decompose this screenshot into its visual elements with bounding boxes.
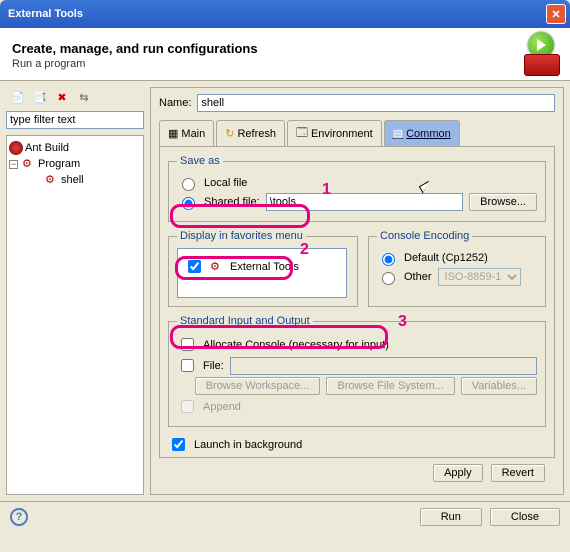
filter-icon[interactable]: ⇆ <box>76 89 92 105</box>
title-bar: External Tools ✕ <box>0 0 570 28</box>
name-label: Name: <box>159 97 191 109</box>
saveas-legend: Save as <box>177 155 223 167</box>
append-check <box>181 400 194 413</box>
tree-label: shell <box>61 174 84 186</box>
duplicate-icon[interactable]: 📑 <box>32 89 48 105</box>
favorites-group: Display in favorites menu ⚙ External Tool… <box>168 230 358 307</box>
run-toolbox-icon <box>504 34 560 76</box>
tab-common[interactable]: ▤Common <box>384 120 460 146</box>
help-icon[interactable]: ? <box>10 508 28 526</box>
allocate-console-label: Allocate Console (necessary for input) <box>203 339 389 351</box>
tree-shell[interactable]: ⚙ shell <box>9 172 141 188</box>
filter-input[interactable] <box>6 111 144 129</box>
tab-main[interactable]: ▦Main <box>159 120 214 146</box>
tab-bar: ▦Main ↻Refresh 🗔Environment ▤Common <box>159 120 555 147</box>
run-button[interactable]: Run <box>420 508 482 526</box>
shared-file-input[interactable] <box>266 193 463 211</box>
enc-other-radio[interactable] <box>382 272 395 285</box>
launch-bg-label: Launch in background <box>194 439 302 451</box>
shared-file-label: Shared file: <box>204 196 260 208</box>
collapse-icon[interactable]: − <box>9 160 18 169</box>
io-group: Standard Input and Output Allocate Conso… <box>168 315 546 427</box>
io-legend: Standard Input and Output <box>177 315 313 327</box>
local-file-radio[interactable] <box>182 178 195 191</box>
append-label: Append <box>203 401 241 413</box>
enc-other-select[interactable]: ISO-8859-1 <box>438 268 521 286</box>
encoding-group: Console Encoding Default (Cp1252) Other … <box>368 230 546 307</box>
local-file-label: Local file <box>204 177 247 189</box>
fav-external-tools-check[interactable] <box>188 260 201 273</box>
close-button[interactable]: Close <box>490 508 560 526</box>
variables-button: Variables... <box>461 377 537 395</box>
new-icon[interactable]: 📄 <box>10 89 26 105</box>
browse-filesystem-button: Browse File System... <box>326 377 454 395</box>
saveas-group: Save as Local file Shared file: Browse..… <box>168 155 546 222</box>
enc-default-radio[interactable] <box>382 253 395 266</box>
file-check[interactable] <box>181 359 194 372</box>
environment-icon: 🗔 <box>296 124 308 143</box>
tree-ant-build[interactable]: Ant Build <box>9 140 141 156</box>
file-input <box>230 357 537 375</box>
gear-icon: ⚙ <box>210 260 224 274</box>
close-icon[interactable]: ✕ <box>546 4 566 24</box>
left-toolbar: 📄 📑 ✖ ⇆ <box>6 87 144 111</box>
favorites-list[interactable]: ⚙ External Tools <box>177 248 347 298</box>
refresh-icon: ↻ <box>225 127 234 140</box>
favorites-legend: Display in favorites menu <box>177 230 306 242</box>
browse-workspace-button: Browse Workspace... <box>195 377 321 395</box>
file-label: File: <box>203 360 224 372</box>
config-tree[interactable]: Ant Build − ⚙ Program ⚙ shell <box>6 135 144 495</box>
header-title: Create, manage, and run configurations <box>12 41 504 56</box>
header-subtitle: Run a program <box>12 58 504 70</box>
ant-icon <box>9 141 23 155</box>
tree-label: Program <box>38 158 80 170</box>
name-input[interactable] <box>197 94 555 112</box>
enc-other-label: Other <box>404 271 432 283</box>
window-title: External Tools <box>8 8 83 20</box>
encoding-legend: Console Encoding <box>377 230 472 242</box>
common-icon: ▤ <box>393 127 403 140</box>
revert-button[interactable]: Revert <box>491 464 545 482</box>
main-icon: ▦ <box>168 127 178 140</box>
enc-default-label: Default (Cp1252) <box>404 252 488 264</box>
shared-file-radio[interactable] <box>182 197 195 210</box>
gear-icon: ⚙ <box>45 173 59 187</box>
tree-label: Ant Build <box>25 142 69 154</box>
apply-button[interactable]: Apply <box>433 464 483 482</box>
tree-program[interactable]: − ⚙ Program <box>9 156 141 172</box>
fav-item-label: External Tools <box>230 261 299 273</box>
launch-bg-check[interactable] <box>172 438 185 451</box>
allocate-console-check[interactable] <box>181 338 194 351</box>
browse-button[interactable]: Browse... <box>469 193 537 211</box>
dialog-header: Create, manage, and run configurations R… <box>0 28 570 80</box>
delete-icon[interactable]: ✖ <box>54 89 70 105</box>
tab-environment[interactable]: 🗔Environment <box>287 120 382 146</box>
gear-icon: ⚙ <box>22 157 36 171</box>
tab-refresh[interactable]: ↻Refresh <box>216 120 285 146</box>
